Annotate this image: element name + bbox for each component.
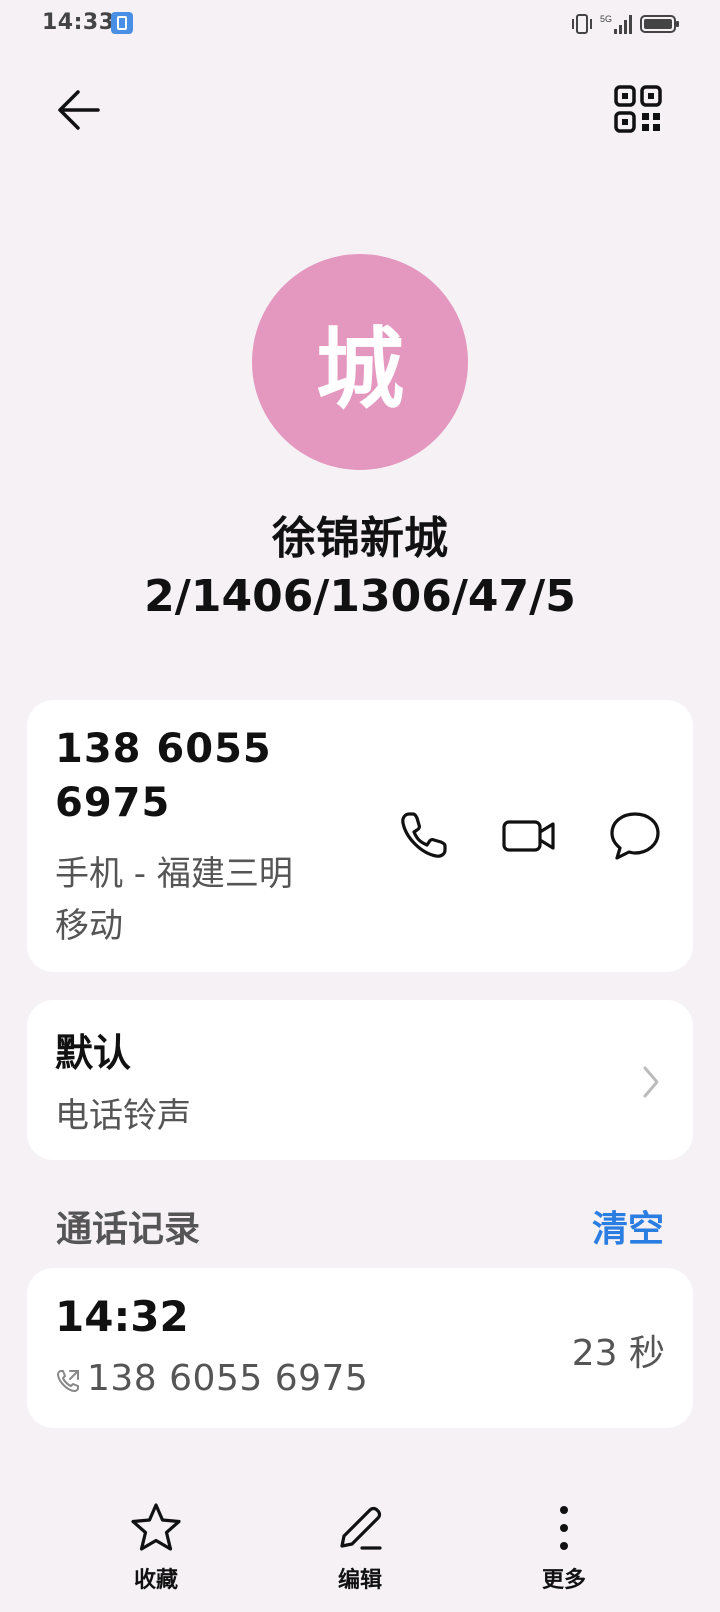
contact-name-line1: 徐锦新城 — [272, 513, 448, 564]
favorite-label: 收藏 — [133, 1568, 178, 1593]
message-icon[interactable] — [607, 808, 663, 864]
call-log-title: 通话记录 — [56, 1209, 201, 1250]
phone-type: 手机 - 福建三明 移动 — [55, 848, 365, 952]
vibrate-icon — [572, 14, 592, 34]
more-vertical-icon — [560, 1506, 568, 1550]
call-number: 138 6055 6975 — [87, 1358, 369, 1399]
chevron-right-icon — [643, 1066, 659, 1098]
clear-button[interactable]: 清空 — [592, 1200, 664, 1252]
status-bar: 14:33 5G — [0, 0, 720, 48]
contacts-app-icon — [111, 12, 133, 34]
signal-icon: 5G — [600, 14, 632, 34]
phone-card[interactable]: 138 6055 6975 手机 - 福建三明 移动 — [27, 700, 693, 972]
phone-number-line2: 6975 — [55, 780, 171, 826]
status-icons: 5G — [570, 12, 680, 36]
qr-code-icon[interactable] — [613, 84, 663, 134]
edit-icon — [340, 1506, 382, 1550]
battery-icon — [640, 15, 679, 33]
avatar-letter: 城 — [315, 317, 404, 421]
more-button[interactable]: 更多 — [504, 1500, 624, 1594]
edit-label: 编辑 — [337, 1568, 382, 1593]
ringtone-subtitle: 电话铃声 — [55, 1096, 191, 1136]
avatar: 城 — [252, 254, 468, 470]
ringtone-card[interactable]: 默认 电话铃声 — [27, 1000, 693, 1160]
video-call-icon[interactable] — [501, 808, 557, 864]
arrow-left-icon[interactable] — [52, 82, 108, 138]
phone-icon[interactable] — [395, 808, 451, 864]
favorite-button[interactable]: 收藏 — [96, 1500, 216, 1594]
call-time: 14:32 — [55, 1292, 189, 1341]
star-icon — [131, 1503, 181, 1551]
network-label: 5G — [600, 14, 612, 24]
ringtone-title: 默认 — [55, 1031, 132, 1075]
contact-name: 徐锦新城 2/1406/1306/47/5 — [0, 510, 720, 626]
call-duration: 23 秒 — [571, 1333, 665, 1374]
edit-button[interactable]: 编辑 — [300, 1500, 420, 1594]
phone-number-line1: 138 6055 — [55, 726, 272, 772]
call-log-entry[interactable]: 14:32 138 6055 6975 23 秒 — [27, 1268, 693, 1428]
more-label: 更多 — [541, 1568, 586, 1593]
contact-name-line2: 2/1406/1306/47/5 — [144, 571, 576, 622]
phone-number: 138 6055 6975 — [55, 722, 355, 830]
phone-type-line1: 手机 - 福建三明 — [55, 854, 293, 894]
phone-type-line2: 移动 — [55, 906, 123, 946]
status-time: 14:33 — [42, 10, 115, 35]
outgoing-call-icon — [57, 1370, 79, 1392]
